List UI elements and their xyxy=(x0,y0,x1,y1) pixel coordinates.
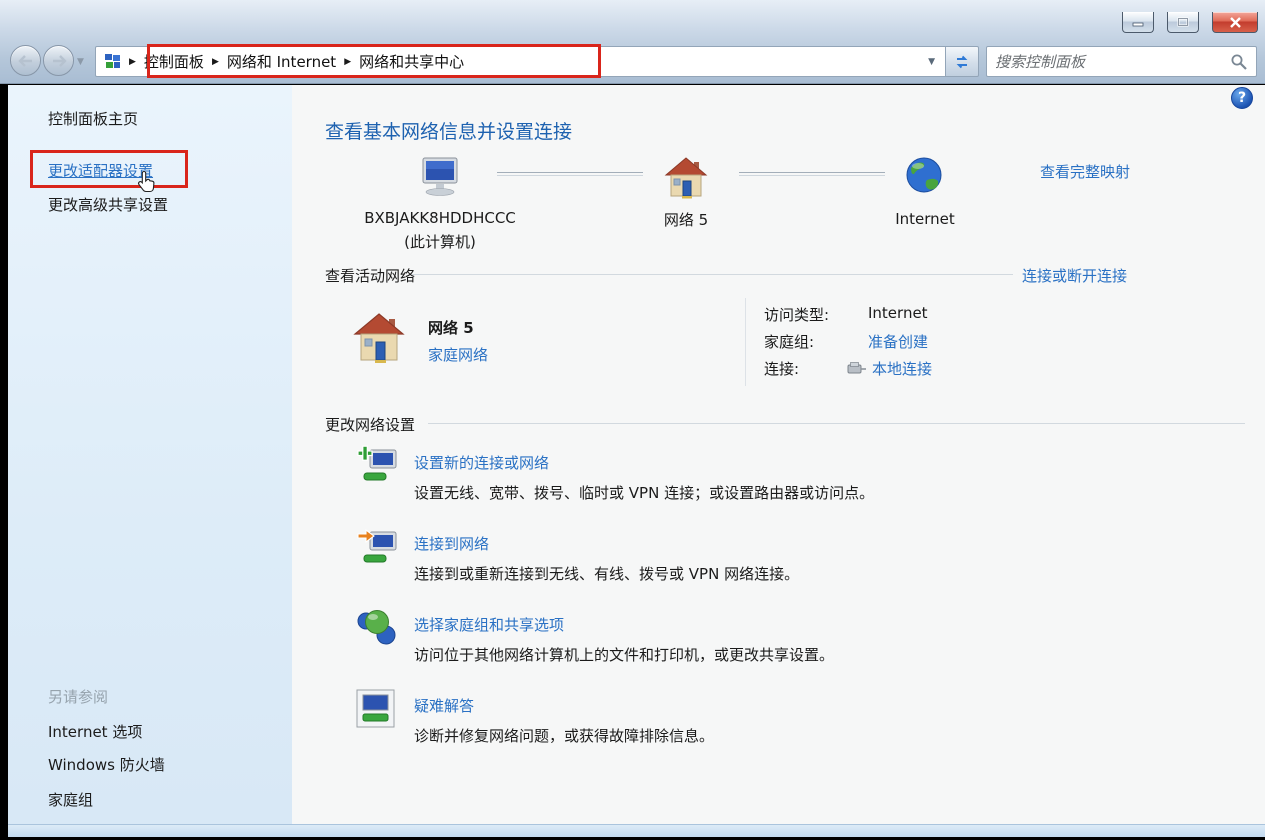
breadcrumb-arrow-icon: ▶ xyxy=(212,57,219,67)
sidebar-item-windows-firewall[interactable]: Windows 防火墙 xyxy=(48,754,165,775)
active-networks-header: 查看活动网络 xyxy=(325,265,415,286)
breadcrumb-network-internet[interactable]: 网络和 Internet xyxy=(227,51,336,72)
refresh-icon xyxy=(954,54,970,70)
sidebar-item-homegroup[interactable]: 家庭组 xyxy=(48,789,93,810)
connect-to-network-desc: 连接到或重新连接到无线、有线、拨号或 VPN 网络连接。 xyxy=(414,563,799,584)
section-divider xyxy=(412,274,1013,275)
back-button[interactable] xyxy=(10,45,41,76)
maximize-button[interactable] xyxy=(1167,12,1199,33)
search-input[interactable] xyxy=(995,53,1230,71)
cursor-pointer-icon xyxy=(136,170,160,198)
breadcrumb-network-sharing-center[interactable]: 网络和共享中心 xyxy=(359,51,464,72)
minimize-button[interactable] xyxy=(1122,12,1154,33)
troubleshoot-link[interactable]: 疑难解答 xyxy=(414,695,474,716)
control-panel-icon xyxy=(104,53,121,70)
search-box[interactable] xyxy=(986,46,1257,77)
active-network-house-icon xyxy=(353,312,405,364)
view-full-map-link[interactable]: 查看完整映射 xyxy=(1040,161,1130,182)
this-computer-icon[interactable] xyxy=(416,155,464,201)
forward-arrow-icon xyxy=(51,55,67,67)
choose-homegroup-desc: 访问位于其他网络计算机上的文件和打印机，或更改共享设置。 xyxy=(414,644,834,665)
network-house-icon[interactable] xyxy=(664,156,708,200)
window-bottom-border xyxy=(8,824,1265,837)
troubleshoot-desc: 诊断并修复网络问题，或获得故障排除信息。 xyxy=(414,725,714,746)
network-sharing-center-window: ▼ ▶ 控制面板 ▶ 网络和 Internet ▶ 网络和共享中心 ▼ xyxy=(0,0,1265,840)
home-network-link[interactable]: 家庭网络 xyxy=(428,344,488,365)
homegroup-label: 家庭组: xyxy=(764,331,814,352)
window-chrome: ▼ ▶ 控制面板 ▶ 网络和 Internet ▶ 网络和共享中心 ▼ xyxy=(0,0,1265,84)
connect-to-network-icon xyxy=(356,525,400,569)
map-network-label: 网络 5 xyxy=(636,209,736,230)
address-bar[interactable]: ▶ 控制面板 ▶ 网络和 Internet ▶ 网络和共享中心 ▼ xyxy=(95,46,946,77)
ethernet-icon xyxy=(845,361,867,375)
setup-new-connection-link[interactable]: 设置新的连接或网络 xyxy=(414,452,549,473)
computer-name-label: BXBJAKK8HDDHCCC xyxy=(340,209,540,227)
setup-new-connection-desc: 设置无线、宽带、拨号、临时或 VPN 连接；或设置路由器或访问点。 xyxy=(414,482,874,503)
sidebar-item-internet-options[interactable]: Internet 选项 xyxy=(48,721,142,742)
change-settings-header: 更改网络设置 xyxy=(325,414,415,435)
breadcrumb-control-panel[interactable]: 控制面板 xyxy=(144,51,204,72)
address-dropdown-icon[interactable]: ▼ xyxy=(928,57,937,67)
active-network-name: 网络 5 xyxy=(428,317,474,338)
connect-to-network-link[interactable]: 连接到网络 xyxy=(414,533,489,554)
computer-sub-label: (此计算机) xyxy=(340,231,540,252)
page-title: 查看基本网络信息并设置连接 xyxy=(325,117,572,144)
refresh-button[interactable] xyxy=(946,46,979,77)
active-panel-divider xyxy=(745,298,746,386)
local-connection-link[interactable]: 本地连接 xyxy=(872,358,932,379)
back-arrow-icon xyxy=(18,55,34,67)
connect-disconnect-link[interactable]: 连接或断开连接 xyxy=(1022,265,1127,286)
ready-to-create-link[interactable]: 准备创建 xyxy=(868,331,928,352)
history-dropdown-button[interactable]: ▼ xyxy=(77,57,84,67)
access-type-value: Internet xyxy=(868,304,928,322)
close-button[interactable] xyxy=(1212,12,1258,33)
access-type-label: 访问类型: xyxy=(764,304,829,325)
section-divider xyxy=(428,423,1245,424)
map-connector-line xyxy=(497,172,643,176)
connections-label: 连接: xyxy=(764,358,799,379)
close-icon xyxy=(1229,17,1242,28)
sidebar-item-control-panel-home[interactable]: 控制面板主页 xyxy=(48,108,138,129)
search-icon xyxy=(1230,53,1248,71)
internet-globe-icon[interactable] xyxy=(905,156,945,196)
map-internet-label: Internet xyxy=(875,210,975,228)
homegroup-sharing-icon xyxy=(356,605,400,649)
map-connector-line xyxy=(739,172,885,176)
help-button[interactable]: ? xyxy=(1231,87,1253,109)
troubleshoot-icon xyxy=(356,689,396,729)
minimize-icon xyxy=(1132,18,1144,27)
choose-homegroup-link[interactable]: 选择家庭组和共享选项 xyxy=(414,614,564,635)
maximize-icon xyxy=(1177,17,1189,27)
breadcrumb-arrow-icon: ▶ xyxy=(129,57,136,67)
forward-button[interactable] xyxy=(43,45,74,76)
new-connection-icon xyxy=(356,443,400,487)
sidebar-see-also-header: 另请参阅 xyxy=(48,686,108,707)
breadcrumb-arrow-icon: ▶ xyxy=(344,57,351,67)
